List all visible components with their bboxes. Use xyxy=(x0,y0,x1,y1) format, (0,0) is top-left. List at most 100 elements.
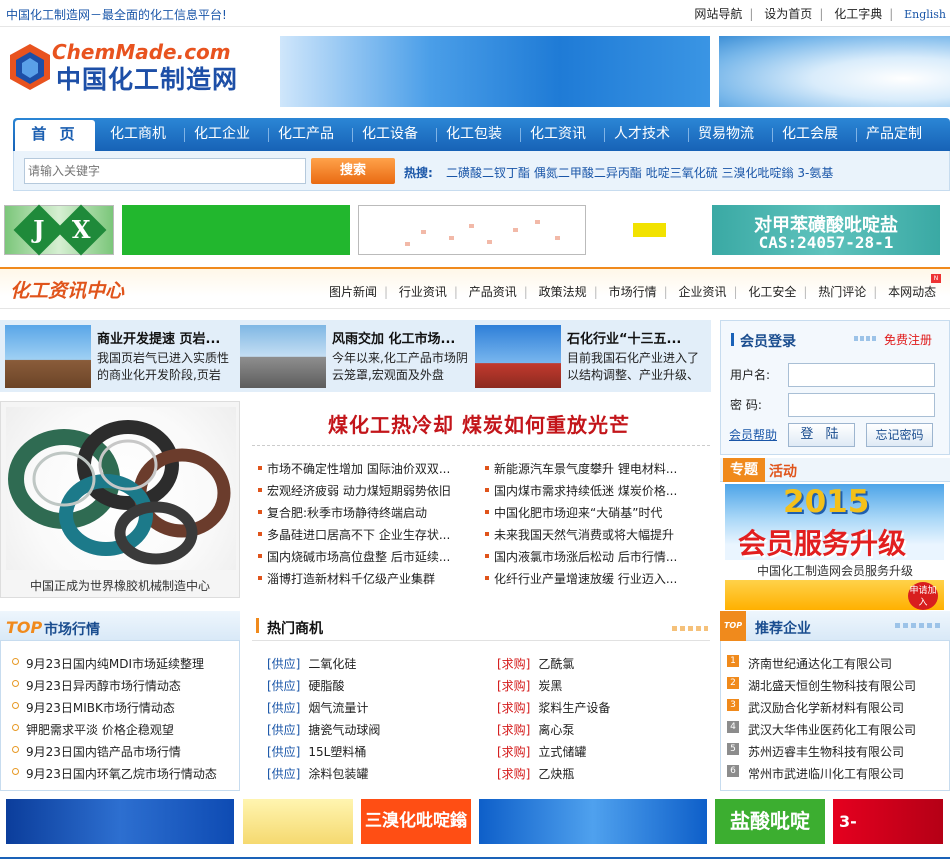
supply-product[interactable]: 搪瓷气动球阀 xyxy=(308,721,380,738)
photo-news-title[interactable]: 石化行业“十三五... xyxy=(567,328,681,347)
hot-word[interactable]: 三溴化吡啶鎓 xyxy=(722,164,794,181)
news-link[interactable]: 国内煤市需求持续低迷 煤炭价格... xyxy=(484,482,677,499)
hot-word[interactable]: 偶氮二甲酸二异丙酯 xyxy=(534,164,642,181)
supply-item[interactable]: [供应] 涂料包装罐 xyxy=(267,765,368,782)
supply-product[interactable]: 二氧化硅 xyxy=(308,655,356,672)
chem-dictionary-link[interactable]: 化工字典 xyxy=(834,5,882,22)
hot-word[interactable]: 3-氨基 xyxy=(797,164,833,181)
buy-item[interactable]: [求购] 乙炔瓶 xyxy=(497,765,574,782)
nav-chem-equipment[interactable]: 化工设备 xyxy=(362,118,418,151)
supply-item[interactable]: [供应] 搪瓷气动球阀 xyxy=(267,721,380,738)
supply-product[interactable]: 烟气流量计 xyxy=(308,699,368,716)
chemical-plant-image[interactable] xyxy=(240,325,326,388)
english-link[interactable]: English xyxy=(904,8,946,21)
buy-item[interactable]: [求购] 离心泵 xyxy=(497,721,574,738)
buy-item[interactable]: [求购] 炭黑 xyxy=(497,677,562,694)
supply-item[interactable]: [供应] 烟气流量计 xyxy=(267,699,368,716)
search-input[interactable] xyxy=(24,158,306,184)
search-button[interactable]: 搜索 xyxy=(311,158,395,184)
news-link[interactable]: 新能源汽车景气度攀升 锂电材料... xyxy=(484,460,677,477)
recommended-company-link[interactable]: 济南世纪通达化工有限公司 xyxy=(748,655,892,672)
buy-product[interactable]: 乙酰氯 xyxy=(538,655,574,672)
news-link[interactable]: 复合肥:秋季市场静待终端启动 xyxy=(257,504,427,521)
bottom-ad-pyridine-hcl[interactable]: 盐酸吡啶 xyxy=(715,799,825,844)
nav-chem-product[interactable]: 化工产品 xyxy=(278,118,334,151)
yellow-ad-block[interactable] xyxy=(633,223,666,237)
login-button[interactable]: 登 陆 xyxy=(788,423,855,447)
green-ad-banner[interactable] xyxy=(122,205,350,255)
recommended-company-link[interactable]: 武汉大华伟业医药化工有限公司 xyxy=(748,721,916,738)
market-news-link[interactable]: 9月23日国内环氧乙烷市场行情动态 xyxy=(12,765,217,782)
news-link[interactable]: 多晶硅进口居高不下 企业生存状... xyxy=(257,526,450,543)
supply-product[interactable]: 15L塑料桶 xyxy=(308,743,366,760)
supply-item[interactable]: [供应] 二氧化硅 xyxy=(267,655,356,672)
rubber-seals-image[interactable] xyxy=(6,407,236,570)
nav-chem-news[interactable]: 化工资讯 xyxy=(530,118,586,151)
set-homepage-link[interactable]: 设为首页 xyxy=(764,5,812,22)
tab-chem-safety[interactable]: 化工安全 xyxy=(748,283,796,300)
nav-home[interactable]: 首 页 xyxy=(15,120,95,151)
supply-product[interactable]: 涂料包装罐 xyxy=(308,765,368,782)
nav-talent-tech[interactable]: 人才技术 xyxy=(614,118,670,151)
market-news-link[interactable]: 9月23日异丙醇市场行情动态 xyxy=(12,677,181,694)
bottom-ad-blue[interactable] xyxy=(6,799,234,844)
globe-banner[interactable] xyxy=(719,36,950,107)
member-help-link[interactable]: 会员帮助 xyxy=(729,426,777,443)
headline-news[interactable]: 煤化工热冷却 煤炭如何重放光芒 xyxy=(248,409,710,438)
tab-industry-news[interactable]: 行业资讯 xyxy=(399,283,447,300)
nav-custom-products[interactable]: 产品定制 xyxy=(866,118,922,151)
feature-image-caption[interactable]: 中国正成为世界橡胶机械制造中心 xyxy=(0,577,240,594)
photo-news-title[interactable]: 风雨交加 化工市场... xyxy=(332,328,455,347)
tab-hot-comments[interactable]: 热门评论 xyxy=(818,283,866,300)
oil-pump-image[interactable] xyxy=(5,325,91,388)
recommended-company-link[interactable]: 湖北盛天恒创生物科技有限公司 xyxy=(748,677,916,694)
nav-trade-logistics[interactable]: 贸易物流 xyxy=(698,118,754,151)
news-link[interactable]: 市场不确定性增加 国际油价双双... xyxy=(257,460,450,477)
bottom-ad-yellow[interactable] xyxy=(243,799,353,844)
news-link[interactable]: 中国化肥市场迎来“大硝基”时代 xyxy=(484,504,662,521)
photo-news-item[interactable]: 石化行业“十三五... 目前我国石化产业进入了以结构调整、产业升级、 xyxy=(475,325,705,388)
tab-market[interactable]: 市场行情 xyxy=(609,283,657,300)
supply-item[interactable]: [供应] 硬脂酸 xyxy=(267,677,344,694)
supply-item[interactable]: [供应] 15L塑料桶 xyxy=(267,743,366,760)
tab-product-news[interactable]: 产品资讯 xyxy=(469,283,517,300)
news-link[interactable]: 国内液氯市场涨后松动 后市行情... xyxy=(484,548,677,565)
market-news-link[interactable]: 9月23日MIBK市场行情动态 xyxy=(12,699,175,716)
jx-ad-banner[interactable]: J X xyxy=(4,204,114,256)
buy-item[interactable]: [求购] 乙酰氯 xyxy=(497,655,574,672)
bottom-ad-red[interactable]: 3- xyxy=(833,799,943,844)
forgot-password-button[interactable]: 忘记密码 xyxy=(866,423,933,447)
photo-news-item[interactable]: 风雨交加 化工市场... 今年以来,化工产品市场阴云笼罩,宏观面及外盘 xyxy=(240,325,470,388)
buy-product[interactable]: 立式储罐 xyxy=(538,743,586,760)
buy-product[interactable]: 浆料生产设备 xyxy=(538,699,610,716)
photo-news-title[interactable]: 商业开发提速 页岩... xyxy=(97,328,220,347)
white-ad-banner[interactable] xyxy=(358,205,586,255)
tab-policy[interactable]: 政策法规 xyxy=(539,283,587,300)
news-link[interactable]: 化纤行业产量增速放缓 行业迈入... xyxy=(484,570,677,587)
oil-rig-image[interactable] xyxy=(475,325,561,388)
cas-ad-banner[interactable]: 对甲苯磺酸吡啶盐 CAS:24057-28-1 xyxy=(712,205,940,255)
market-news-link[interactable]: 钾肥需求平淡 价格企稳观望 xyxy=(12,721,174,738)
buy-item[interactable]: [求购] 浆料生产设备 xyxy=(497,699,610,716)
hot-word[interactable]: 吡啶三氧化硫 xyxy=(646,164,718,181)
username-input[interactable] xyxy=(788,363,935,387)
join-banner[interactable]: 申请加入 xyxy=(725,580,944,610)
market-news-link[interactable]: 9月23日国内纯MDI市场延续整理 xyxy=(11,655,204,672)
tab-enterprise-news[interactable]: 企业资讯 xyxy=(678,283,726,300)
buy-product[interactable]: 乙炔瓶 xyxy=(538,765,574,782)
bottom-ad-light-blue[interactable] xyxy=(479,799,707,844)
recommended-company-link[interactable]: 苏州迈睿丰生物科技有限公司 xyxy=(748,743,904,760)
hot-word[interactable]: 二磺酸二钗丁酯 xyxy=(446,164,530,181)
buy-product[interactable]: 炭黑 xyxy=(538,677,562,694)
nav-chem-expo[interactable]: 化工会展 xyxy=(782,118,838,151)
tab-site-news[interactable]: 本网动态 xyxy=(888,283,936,300)
header-banner[interactable] xyxy=(280,36,710,107)
market-title[interactable]: 市场行情 xyxy=(44,619,100,639)
tab-photo-news[interactable]: 图片新闻 xyxy=(329,283,377,300)
nav-chem-enterprise[interactable]: 化工企业 xyxy=(194,118,250,151)
supply-product[interactable]: 硬脂酸 xyxy=(308,677,344,694)
bottom-ad-pyridinium[interactable]: 三溴化吡啶鎓 xyxy=(361,799,471,844)
recommended-company-link[interactable]: 武汉励合化学新材料有限公司 xyxy=(748,699,904,716)
topic-tab-special[interactable]: 专题 xyxy=(723,458,765,482)
nav-chem-packaging[interactable]: 化工包装 xyxy=(446,118,502,151)
